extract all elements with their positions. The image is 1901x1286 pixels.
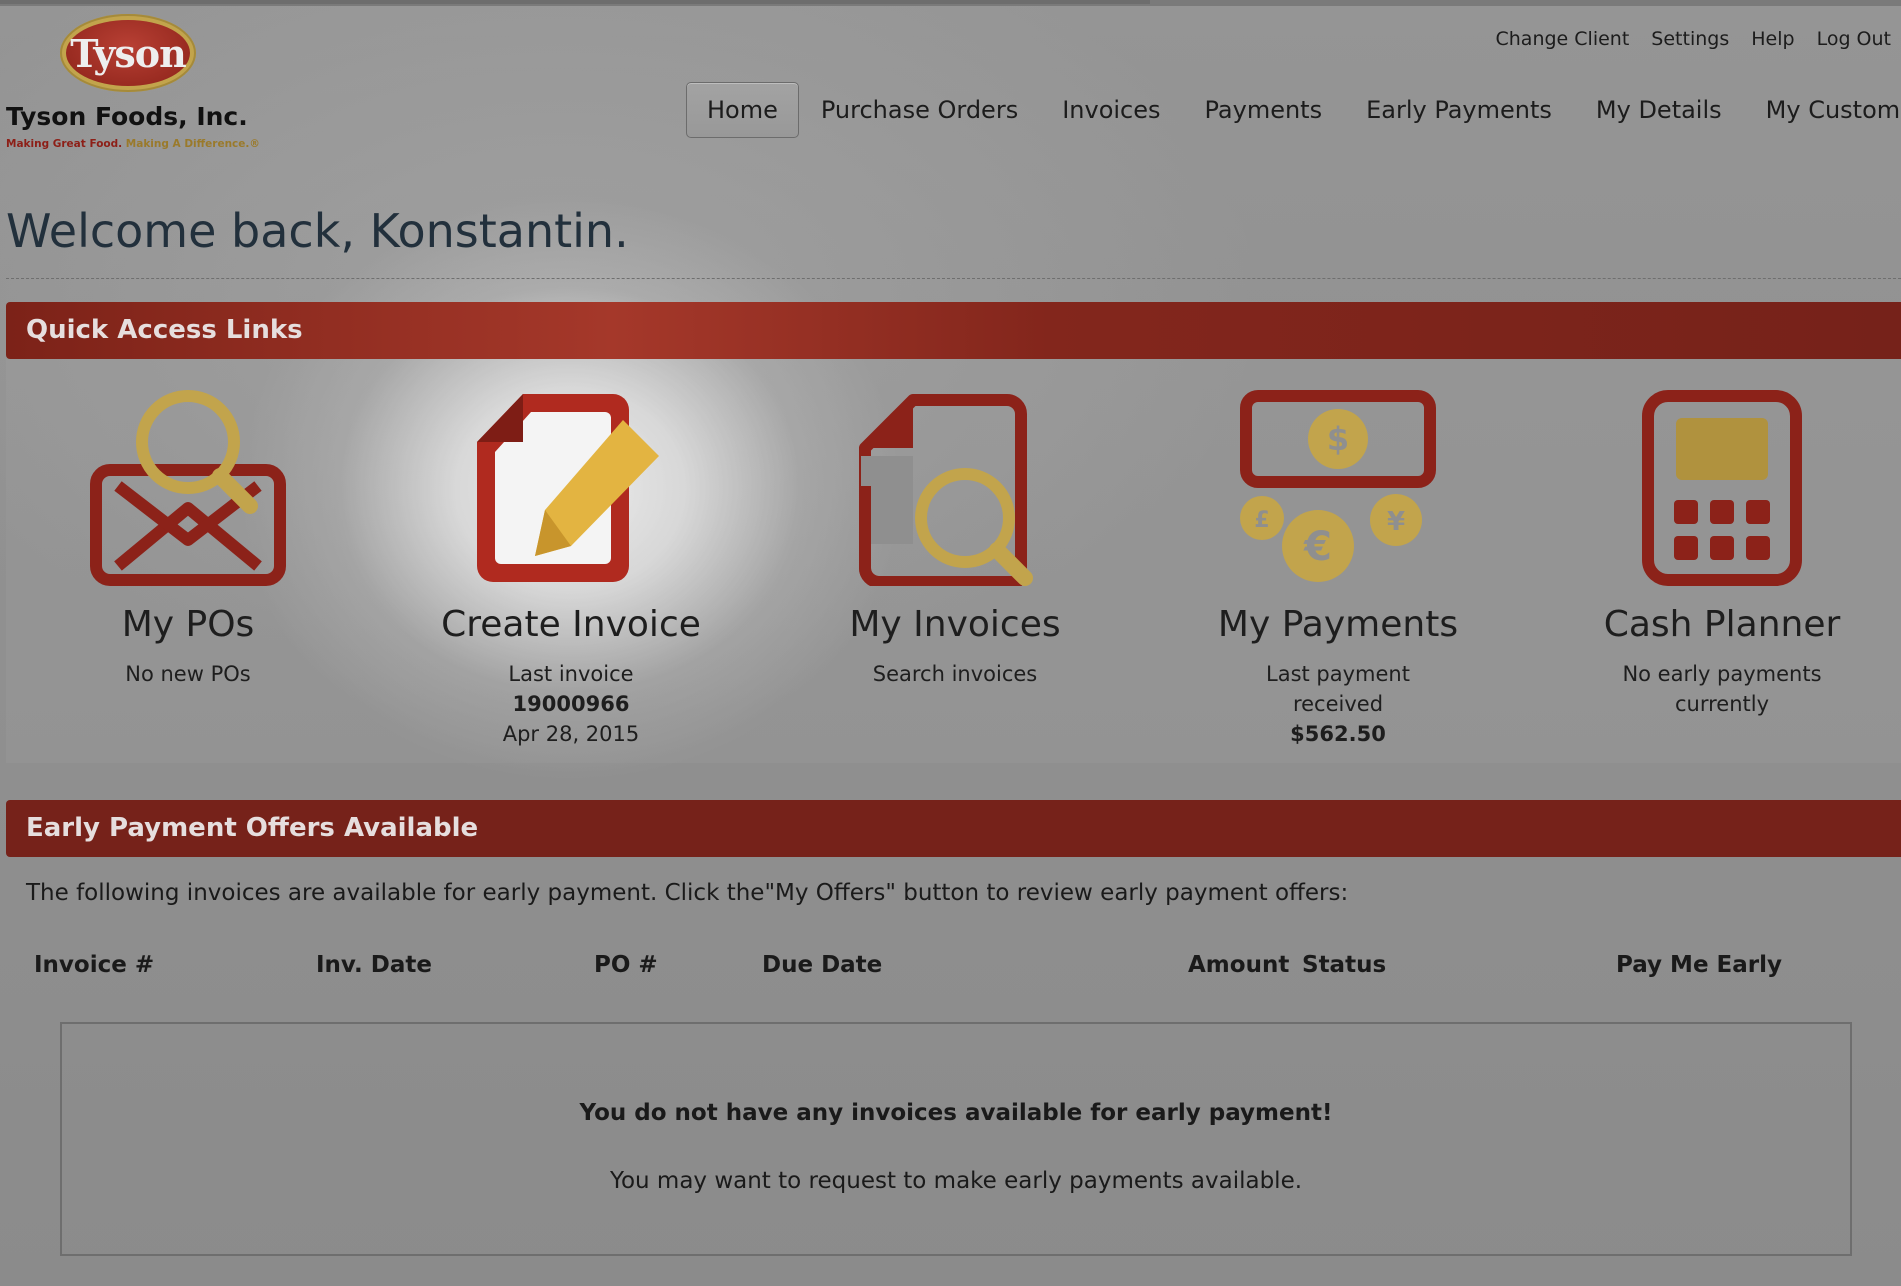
quick-access-header: Quick Access Links [6, 302, 1901, 359]
empty-state-title: You do not have any invoices available f… [579, 1100, 1333, 1126]
svg-text:£: £ [1254, 508, 1269, 533]
qa-sub-my-pos: No new POs [125, 662, 251, 686]
nav-my-customer[interactable]: My Customer [1744, 83, 1901, 137]
divider [6, 278, 1901, 279]
quick-link-cash-planner[interactable]: Cash Planner No early payments currently [1562, 390, 1882, 719]
qa-sub-my-payments: Last payment received $562.50 [1266, 662, 1410, 746]
nav-home[interactable]: Home [686, 82, 799, 138]
early-payment-table-header: Invoice # Inv. Date PO # Due Date Amount… [0, 952, 1901, 982]
quick-link-my-invoices[interactable]: My Invoices Search invoices [795, 390, 1115, 689]
qa-sub-my-invoices: Search invoices [872, 662, 1038, 686]
col-invoice-number[interactable]: Invoice # [34, 952, 154, 978]
calculator-icon [1642, 390, 1802, 586]
nav-early-payments[interactable]: Early Payments [1344, 83, 1574, 137]
help-link[interactable]: Help [1751, 28, 1794, 50]
nav-purchase-orders[interactable]: Purchase Orders [799, 83, 1040, 137]
empty-state-message: You may want to request to make early pa… [609, 1168, 1303, 1194]
document-search-icon [859, 394, 1033, 586]
qa-sub-create-invoice: Last invoice 19000966 Apr 28, 2015 [502, 662, 640, 746]
tyson-logo[interactable]: Tyson Tyson Foods, Inc. Making Great Foo… [6, 14, 266, 156]
col-due-date[interactable]: Due Date [762, 952, 882, 978]
nav-my-details[interactable]: My Details [1574, 83, 1744, 137]
quick-link-create-invoice[interactable]: Create Invoice Last invoice 19000966 Apr… [411, 390, 731, 749]
currency-icon: $ £ ¥ € [1240, 390, 1436, 582]
change-client-link[interactable]: Change Client [1496, 28, 1630, 50]
qa-title-create-invoice: Create Invoice [441, 604, 701, 645]
col-inv-date[interactable]: Inv. Date [316, 952, 432, 978]
logo-oval: Tyson [60, 14, 196, 92]
log-out-link[interactable]: Log Out [1817, 28, 1891, 50]
qa-title-my-payments: My Payments [1217, 604, 1459, 645]
welcome-heading: Welcome back, Konstantin. [6, 204, 629, 258]
nav-invoices[interactable]: Invoices [1040, 83, 1182, 137]
quick-link-my-pos[interactable]: My POs No new POs [28, 390, 348, 689]
quick-link-my-payments[interactable]: $ £ ¥ € My Payments Last payment receive… [1178, 390, 1498, 749]
company-tagline: Making Great Food. Making A Difference.® [6, 138, 260, 150]
col-amount[interactable]: Amount [1188, 952, 1289, 978]
company-name: Tyson Foods, Inc. [6, 102, 248, 131]
svg-text:¥: ¥ [1387, 507, 1405, 537]
col-status[interactable]: Status [1302, 952, 1386, 978]
early-payment-empty-state: You do not have any invoices available f… [60, 1022, 1852, 1256]
qa-title-my-pos: My POs [121, 604, 255, 645]
envelope-search-icon [90, 390, 286, 586]
settings-link[interactable]: Settings [1651, 28, 1729, 50]
browser-progress-bar [0, 0, 1901, 6]
document-pencil-icon [477, 394, 659, 582]
logo-word: Tyson [70, 30, 187, 76]
nav-payments[interactable]: Payments [1183, 83, 1345, 137]
svg-text:€: € [1303, 524, 1332, 570]
qa-title-cash-planner: Cash Planner [1603, 604, 1841, 645]
early-payment-header: Early Payment Offers Available [6, 800, 1901, 857]
col-po-number[interactable]: PO # [594, 952, 658, 978]
svg-text:$: $ [1327, 420, 1349, 458]
early-payment-intro: The following invoices are available for… [26, 880, 1349, 906]
main-nav: Home Purchase Orders Invoices Payments E… [686, 82, 1901, 138]
utility-nav: Change Client Settings Help Log Out [1496, 28, 1892, 50]
qa-title-my-invoices: My Invoices [849, 604, 1061, 645]
col-pay-me-early[interactable]: Pay Me Early [1616, 952, 1782, 978]
qa-sub-cash-planner: No early payments currently [1622, 662, 1822, 716]
